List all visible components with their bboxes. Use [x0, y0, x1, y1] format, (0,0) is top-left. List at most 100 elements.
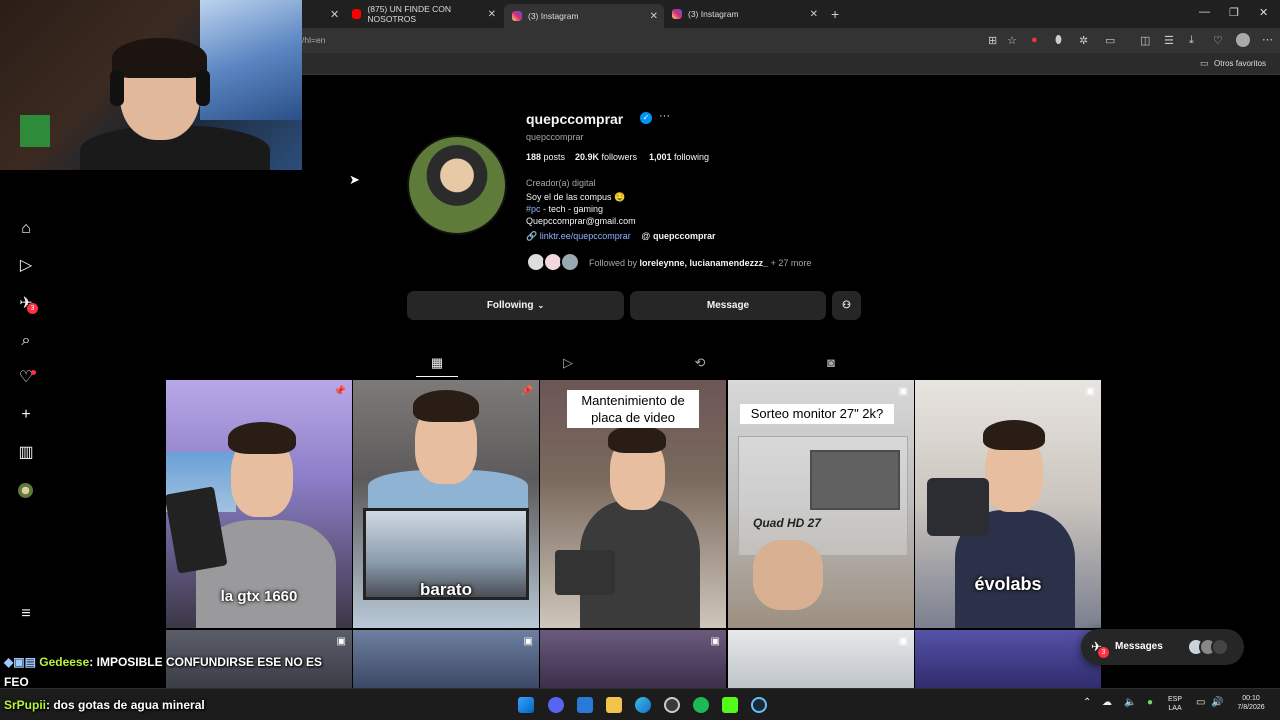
star-icon[interactable]: ☆	[1007, 34, 1017, 47]
headphones	[110, 70, 124, 106]
display-icon[interactable]: ▭	[1196, 698, 1205, 708]
close-icon[interactable]: ✕	[650, 11, 658, 22]
browser-tab-youtube[interactable]: (875) UN FINDE CON NOSOTROS ✕	[344, 4, 502, 24]
person-hair	[228, 422, 296, 454]
home-icon[interactable]: ⌂	[16, 219, 36, 239]
followers-stat[interactable]: 20.9K followers	[575, 152, 637, 162]
post-tile[interactable]: Quad HD 27 Sorteo monitor 27" 2k? ▣	[728, 380, 914, 628]
followed-by-more: + 27 more	[768, 258, 812, 268]
following-stat[interactable]: 1,001 following	[649, 152, 709, 162]
post-tile[interactable]	[915, 630, 1101, 688]
puzzle-icon[interactable]: ✲	[1079, 34, 1088, 47]
suggest-people-button[interactable]: ⚇	[832, 291, 861, 320]
close-icon[interactable]: ✕	[330, 8, 339, 21]
spotify-icon[interactable]	[693, 697, 709, 713]
add-person-icon: ⚇	[842, 300, 851, 311]
avatar	[560, 252, 580, 272]
search-icon[interactable]: ⌕	[16, 331, 36, 351]
extension-icon[interactable]: ●	[1031, 34, 1038, 46]
reel-icon: ▣	[898, 636, 908, 647]
tab-posts-grid-icon[interactable]: ▦	[429, 355, 445, 371]
microphone-icon[interactable]: ●	[1147, 698, 1153, 708]
close-icon[interactable]: ✕	[488, 9, 496, 20]
other-favorites[interactable]: Otros favoritos	[1214, 59, 1266, 68]
person-hair	[983, 420, 1045, 450]
download-icon[interactable]: ⤓	[1189, 34, 1194, 47]
post-tile[interactable]: 📌 barato	[353, 380, 539, 628]
location-icon[interactable]: ⬮	[1055, 34, 1062, 47]
new-tab-icon[interactable]: +	[831, 6, 839, 22]
speaker-icon[interactable]: 🔈	[1124, 698, 1136, 708]
create-icon[interactable]: +	[16, 405, 36, 425]
app-icon[interactable]: ⊞	[988, 34, 997, 47]
tab-reels-icon[interactable]: ▷	[560, 355, 576, 371]
more-icon[interactable]: ⋯	[1262, 33, 1273, 46]
cloud-icon[interactable]: ☁	[1102, 698, 1112, 708]
hand	[753, 540, 823, 610]
menu-icon[interactable]: ≡	[16, 604, 36, 624]
browser-tab-instagram-active[interactable]: (3) Instagram ✕	[504, 4, 664, 28]
reel-icon: ▣	[523, 636, 533, 647]
obs-icon[interactable]	[664, 697, 680, 713]
post-tile[interactable]: ▣	[728, 630, 914, 688]
tab-reposts-icon[interactable]: ⟲	[692, 355, 708, 371]
chevron-up-icon[interactable]: ⌃	[1083, 698, 1091, 708]
post-tile[interactable]: ▣	[353, 630, 539, 688]
pin-icon: 📌	[333, 386, 346, 397]
url-text[interactable]: /hl=en	[302, 35, 325, 45]
language-indicator[interactable]: ESP LAA	[1168, 695, 1182, 713]
options-icon[interactable]: ···	[659, 110, 670, 122]
message-button[interactable]: Message	[630, 291, 826, 320]
post-tile[interactable]: ▣ évolabs	[915, 380, 1101, 628]
chat-text: : dos gotas de agua mineral	[46, 698, 205, 712]
followed-by[interactable]: Followed by loreleynne, lucianamendezzz_…	[589, 258, 811, 268]
profile-picture[interactable]	[407, 135, 507, 235]
reels-icon[interactable]: ▷	[16, 256, 36, 276]
steam-icon[interactable]	[751, 697, 767, 713]
dashboard-icon[interactable]: ▥	[16, 443, 36, 463]
windows-start-icon[interactable]	[518, 697, 534, 713]
minimize-icon[interactable]: —	[1199, 6, 1210, 18]
post-caption: barato	[420, 580, 472, 599]
close-icon[interactable]: ✕	[810, 9, 818, 20]
instagram-icon	[672, 9, 682, 19]
health-icon[interactable]: ♡	[1213, 34, 1223, 47]
profile-avatar[interactable]	[18, 483, 33, 498]
clock[interactable]: 00:10 7/8/2026	[1233, 694, 1269, 712]
follower-avatars[interactable]	[526, 252, 584, 272]
post-caption: Sorteo monitor 27" 2k?	[740, 404, 894, 424]
clock-date: 7/8/2026	[1237, 704, 1265, 711]
following-button[interactable]: Following ⌄	[407, 291, 624, 320]
cast-icon[interactable]: ▭	[1105, 34, 1115, 47]
following-count: 1,001	[649, 152, 672, 162]
discord-icon[interactable]	[548, 697, 564, 713]
volume-icon[interactable]: 🔊	[1211, 698, 1223, 708]
tab-tagged-icon[interactable]: ◙	[823, 355, 839, 371]
chat-message: SrPupii: dos gotas de agua mineral	[4, 698, 205, 712]
clock-time: 00:10	[1242, 695, 1260, 702]
split-icon[interactable]: ◫	[1140, 34, 1150, 47]
edge-icon[interactable]	[635, 697, 651, 713]
file-explorer-icon[interactable]	[606, 697, 622, 713]
post-tile[interactable]: ▣	[540, 630, 726, 688]
favorites-icon[interactable]: ☰	[1164, 34, 1174, 47]
external-link[interactable]: linktr.ee/quepccomprar	[540, 231, 631, 241]
messages-bubble[interactable]: ✈ 3 Messages	[1081, 629, 1244, 665]
browser-tab-instagram[interactable]: (3) Instagram ✕	[664, 4, 824, 24]
threads-link[interactable]: quepccomprar	[653, 231, 716, 241]
posts-stat: 188 posts	[526, 152, 565, 162]
post-tile[interactable]: Mantenimiento de placa de video	[540, 380, 726, 628]
youtube-icon	[352, 9, 362, 19]
person-hair	[112, 38, 207, 78]
kick-icon[interactable]	[722, 697, 738, 713]
close-window-icon[interactable]: ✕	[1259, 6, 1268, 19]
monitor-box	[738, 436, 908, 556]
store-icon[interactable]	[577, 697, 593, 713]
webcam-overlay	[0, 0, 302, 170]
restore-icon[interactable]: ❐	[1229, 6, 1239, 19]
pc-case	[927, 478, 989, 536]
hashtag-link[interactable]: #pc	[526, 204, 541, 214]
post-tile[interactable]: 📌 la gtx 1660	[166, 380, 352, 628]
tab-title: (875) UN FINDE CON NOSOTROS	[367, 4, 451, 24]
profile-avatar-icon[interactable]	[1236, 33, 1250, 47]
